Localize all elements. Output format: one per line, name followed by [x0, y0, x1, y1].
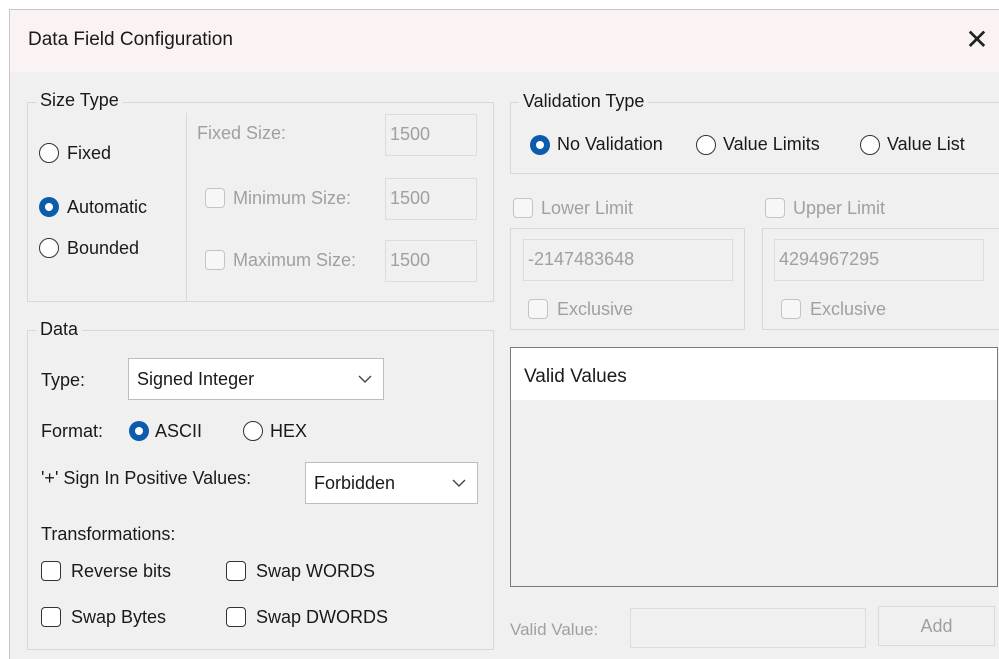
checkbox-box: [205, 250, 225, 270]
chevron-down-icon: [357, 366, 373, 395]
radio-circle-selected: [129, 421, 149, 441]
exclusive-label: Exclusive: [810, 299, 887, 319]
sign-dropdown[interactable]: Forbidden: [305, 462, 478, 504]
valid-values-header-label: Valid Values: [524, 366, 627, 387]
fixed-size-label: Fixed Size:: [197, 123, 287, 143]
checkbox-box: [41, 607, 61, 627]
minimum-size-field[interactable]: 1500: [385, 178, 477, 220]
checkbox-box: [226, 561, 246, 581]
checkbox-box: [528, 299, 548, 319]
radio-label: No Validation: [557, 134, 663, 154]
radio-circle-selected: [530, 135, 550, 155]
maximum-size-label: Maximum Size:: [233, 250, 357, 270]
radio-label: Fixed: [67, 143, 112, 163]
data-legend: Data: [36, 319, 83, 340]
radio-label: HEX: [270, 421, 308, 441]
checkbox-box: [781, 299, 801, 319]
add-button[interactable]: Add: [878, 606, 995, 646]
size-type-legend: Size Type: [36, 90, 123, 111]
fixed-size-field[interactable]: 1500: [385, 114, 477, 156]
radio-label: Bounded: [67, 238, 140, 258]
minimum-size-label: Minimum Size:: [233, 188, 352, 208]
type-value: Signed Integer: [137, 369, 255, 389]
checkbox-box: [205, 188, 225, 208]
dialog-title: Data Field Configuration: [28, 29, 233, 50]
radio-label: Value List: [887, 134, 965, 154]
upper-limit-label: Upper Limit: [793, 198, 889, 219]
type-label: Type:: [41, 370, 86, 390]
validation-type-legend: Validation Type: [519, 91, 649, 112]
sign-value: Forbidden: [314, 473, 396, 493]
checkbox-label: Swap WORDS: [256, 561, 376, 581]
radio-circle: [696, 135, 716, 155]
exclusive-label: Exclusive: [557, 299, 634, 319]
upper-limit-field[interactable]: 4294967295: [774, 239, 984, 281]
checkbox-box: [765, 198, 785, 218]
sign-label: '+' Sign In Positive Values:: [41, 468, 252, 488]
valid-values-list[interactable]: Valid Values: [510, 347, 998, 587]
radio-circle: [39, 143, 59, 163]
radio-circle: [39, 238, 59, 258]
close-icon[interactable]: ✕: [955, 20, 999, 60]
checkbox-label: Swap Bytes: [71, 607, 167, 627]
radio-circle-selected: [39, 197, 59, 217]
radio-label: ASCII: [155, 421, 203, 441]
lower-limit-label: Lower Limit: [541, 198, 637, 219]
dialog-window: Data Field Configuration ✕ Size Type Fix…: [9, 9, 999, 659]
valid-values-header[interactable]: Valid Values: [511, 348, 997, 400]
title-bar: Data Field Configuration ✕: [10, 10, 999, 72]
size-type-divider: [186, 113, 187, 301]
radio-label: Automatic: [67, 197, 148, 217]
radio-circle: [243, 421, 263, 441]
checkbox-label: Reverse bits: [71, 561, 172, 581]
checkbox-box: [41, 561, 61, 581]
radio-label: Value Limits: [723, 134, 820, 154]
valid-value-input[interactable]: [630, 608, 866, 648]
format-label: Format:: [41, 421, 104, 441]
type-dropdown[interactable]: Signed Integer: [128, 358, 384, 400]
checkbox-label: Swap DWORDS: [256, 607, 389, 627]
checkbox-box: [513, 198, 533, 218]
lower-limit-field[interactable]: -2147483648: [523, 239, 733, 281]
maximum-size-field[interactable]: 1500: [385, 240, 477, 282]
valid-value-label: Valid Value:: [510, 620, 599, 639]
transformations-label: Transformations:: [41, 524, 176, 544]
radio-circle: [860, 135, 880, 155]
checkbox-box: [226, 607, 246, 627]
chevron-down-icon: [451, 470, 467, 499]
